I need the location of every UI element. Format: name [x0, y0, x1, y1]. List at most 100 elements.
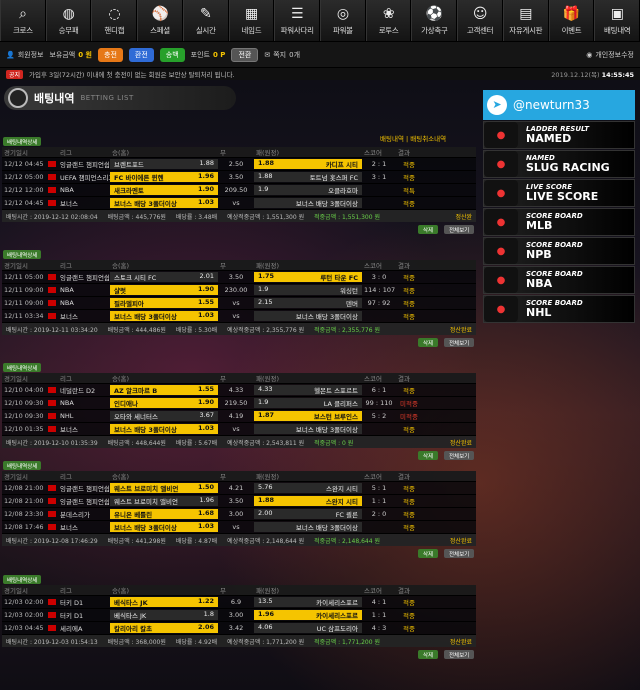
delete-button[interactable]: 삭제: [418, 451, 439, 460]
summary-field: 적중금액 : 0 원: [314, 439, 354, 447]
table-row: 12/10 09:30 NHL 오타와 세너터스 3.67 4.19 1.87 보스턴 브루…: [2, 410, 476, 423]
away-odds: [256, 424, 260, 434]
match-time: 12/03 04:45: [4, 624, 44, 632]
home-odds: 1.03: [197, 311, 214, 319]
away-odds: 1.88: [258, 159, 275, 167]
home-odds: 1.03: [197, 424, 214, 432]
score: 99 : 110: [365, 399, 393, 407]
delete-button[interactable]: 삭제: [418, 650, 439, 659]
score-ad-banner[interactable]: ● SCORE BOARD NHL: [483, 295, 635, 323]
ad-big-text: MLB: [526, 219, 553, 232]
sport-logo-icon: ●: [484, 267, 518, 293]
charge-button[interactable]: 충전: [98, 47, 123, 62]
score-ad-banner[interactable]: ● NAMED SLUG RACING: [483, 150, 635, 178]
nav-item-3[interactable]: ⚾ 스페셜: [137, 0, 183, 41]
score: 4 : 3: [371, 624, 387, 632]
list-links[interactable]: 배팅내역 | 배팅취소내역: [380, 133, 446, 143]
league: NBA: [60, 186, 74, 194]
message-link[interactable]: ✉ 쪽지 0개: [264, 50, 300, 60]
point-display: 포인트 0 P: [190, 50, 226, 59]
draw-odds: 3.42: [228, 624, 244, 632]
member-info[interactable]: 👤 회원정보: [6, 50, 43, 60]
point-button[interactable]: 송백: [159, 47, 185, 62]
view-all-button[interactable]: 전체보기: [444, 451, 475, 460]
score-ad-banner[interactable]: ● LIVE SCORE LIVE SCORE: [483, 179, 635, 207]
sidebar-ads: ➤ @newturn33 ● LADDER RESULT NAMED ● NAMED SLU…: [483, 90, 635, 323]
account-link[interactable]: ◉ 개인정보수정: [586, 50, 634, 60]
table-row: 12/03 04:45 세리에A 칼리아리 칼초 2.06 3.42 4.06 UC 삼프도…: [2, 622, 476, 635]
telegram-banner[interactable]: ➤ @newturn33: [483, 90, 635, 120]
away-team: 헬몬트 스포르트: [314, 387, 358, 395]
home-odds: 2.01: [199, 272, 214, 280]
summary-field: 적중금액 : 1,551,300 원: [314, 213, 380, 221]
nav-item-5[interactable]: ▦ 네임드: [228, 0, 275, 41]
draw-odds: vs: [232, 425, 240, 433]
league: 보너스: [60, 524, 78, 532]
score-ad-banner[interactable]: ● LADDER RESULT NAMED: [483, 121, 635, 149]
disc-icon: [8, 88, 28, 108]
bet-detail-tag[interactable]: 배팅내역상세: [3, 461, 42, 470]
flag-icon: [48, 524, 56, 530]
delete-button[interactable]: 삭제: [418, 225, 439, 234]
score: 2 : 0: [371, 510, 387, 518]
draw-odds: 4.19: [228, 412, 244, 420]
away-odds: 1.9: [258, 285, 269, 293]
header-cell: 승(홈): [112, 375, 130, 383]
exchange-button[interactable]: 환전: [128, 47, 154, 62]
home-pick: 보너스 배당 3폴더이상 1.03: [110, 522, 218, 532]
bet-detail-tag[interactable]: 배팅내역상세: [3, 363, 42, 372]
nav-item-13[interactable]: ▣ 배팅내역: [594, 0, 640, 41]
result: 적중: [403, 612, 415, 620]
nav-item-6[interactable]: ☰ 파워사다리: [274, 0, 321, 41]
score-ad-banner[interactable]: ● SCORE BOARD MLB: [483, 208, 635, 236]
view-all-button[interactable]: 전체보기: [444, 225, 475, 234]
nav-item-2[interactable]: ◌ 핸디캡: [91, 0, 138, 41]
nav-icon: ▦: [244, 5, 258, 22]
bet-detail-tag[interactable]: 배팅내역상세: [3, 250, 42, 259]
home-pick: 브렌트포드 1.88: [110, 159, 218, 169]
page-title: 배팅내역 BETTING LIST: [4, 86, 236, 110]
nav-item-0[interactable]: ⌕ 크로스: [0, 0, 46, 41]
table-header: 경기일시 리그 승(홈) 무 패(원정) 스코어 결과: [2, 260, 476, 271]
nav-item-11[interactable]: ▤ 자유게시판: [502, 0, 549, 41]
away-odds: 1.75: [258, 272, 275, 280]
home-odds: 1.90: [197, 398, 214, 406]
home-odds: 1.55: [197, 298, 214, 306]
convert-button[interactable]: 전환: [231, 47, 259, 62]
bet-summary: 배팅시간 : 2019-12-10 01:35:39 배팅금액 : 448,644…: [2, 436, 476, 448]
nav-item-1[interactable]: ◍ 승무패: [45, 0, 92, 41]
nav-item-4[interactable]: ✎ 실시간: [182, 0, 229, 41]
nav-item-8[interactable]: ❀ 로투스: [365, 0, 412, 41]
header-cell: 무: [220, 587, 226, 595]
delete-button[interactable]: 삭제: [418, 338, 439, 347]
flag-icon: [48, 426, 56, 432]
home-odds: 1.03: [197, 522, 214, 530]
nav-item-9[interactable]: ⚽ 가상축구: [411, 0, 458, 41]
nav-item-7[interactable]: ◎ 파워볼: [320, 0, 366, 41]
flag-icon: [48, 174, 56, 180]
flag-icon: [48, 300, 56, 306]
nav-item-10[interactable]: ☺ 고객센터: [457, 0, 503, 41]
away-pick: 1.96 카이세리스포르: [254, 610, 362, 620]
league: 보너스: [60, 426, 78, 434]
delete-button[interactable]: 삭제: [418, 549, 439, 558]
away-pick: 보너스 배당 3폴더이상: [254, 198, 362, 208]
away-pick: 1.87 보스턴 브루인스: [254, 411, 362, 421]
away-team: 워싱턴: [340, 287, 358, 295]
nav-item-12[interactable]: 🎁 이벤트: [548, 0, 595, 41]
nav-icon: ◍: [62, 5, 75, 22]
away-team: LA 클리퍼스: [323, 400, 358, 408]
home-odds: 1.8: [203, 610, 214, 618]
home-odds: 2.06: [197, 623, 214, 631]
status-bar: 👤 회원정보 보유금액 0 원 충전 환전 송백 포인트 0 P 전환 ✉ 쪽지 0개 ◉…: [0, 42, 640, 68]
view-all-button[interactable]: 전체보기: [444, 650, 475, 659]
summary-field: 적중금액 : 2,355,776 원: [314, 326, 380, 334]
nav-label: 자유게시판: [509, 25, 543, 35]
bet-detail-tag[interactable]: 배팅내역상세: [3, 137, 42, 146]
nav-label: 핸디캡: [104, 25, 125, 35]
view-all-button[interactable]: 전체보기: [444, 338, 475, 347]
score-ad-banner[interactable]: ● SCORE BOARD NBA: [483, 266, 635, 294]
score-ad-banner[interactable]: ● SCORE BOARD NPB: [483, 237, 635, 265]
bet-detail-tag[interactable]: 배팅내역상세: [3, 575, 42, 584]
view-all-button[interactable]: 전체보기: [444, 549, 475, 558]
